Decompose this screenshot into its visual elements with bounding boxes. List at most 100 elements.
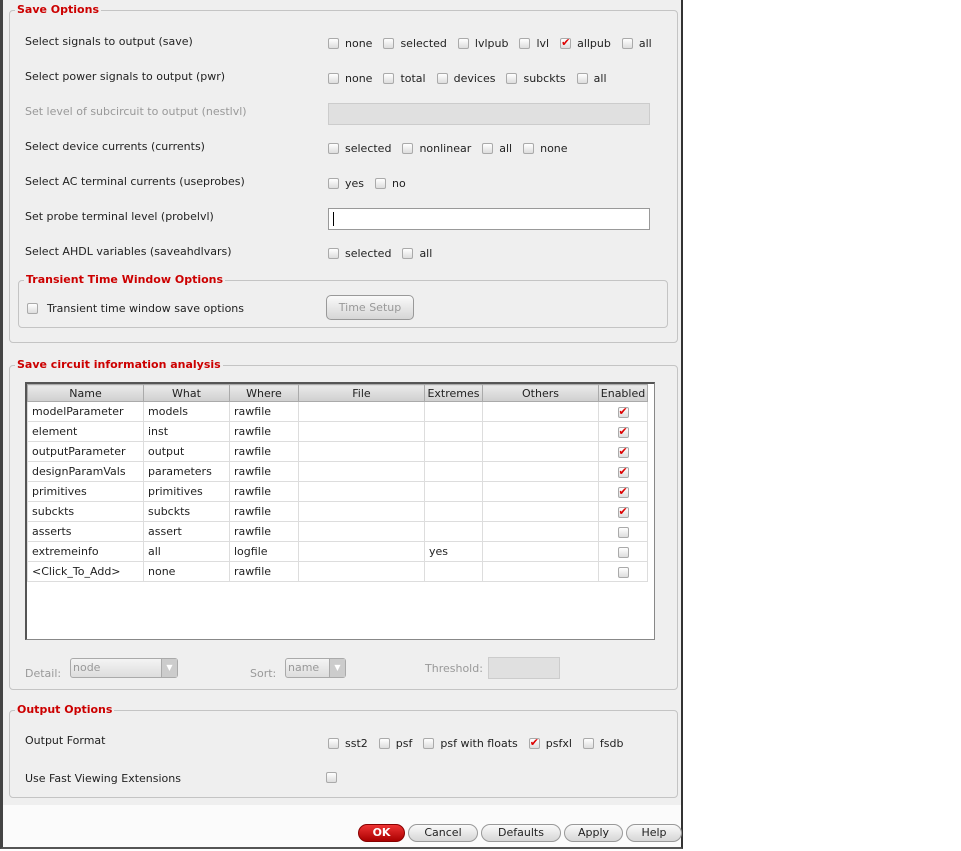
option-lvlpub[interactable]: lvlpub: [457, 37, 508, 50]
table-row[interactable]: primitives primitives rawfile: [27, 481, 648, 502]
table-cell[interactable]: rawfile: [229, 441, 299, 462]
table-cell[interactable]: rawfile: [229, 501, 299, 522]
table-cell[interactable]: primitives: [27, 481, 144, 502]
option-all[interactable]: all: [402, 247, 432, 260]
table-cell[interactable]: [424, 501, 483, 522]
table-cell[interactable]: [482, 541, 599, 562]
enabled-cell[interactable]: [598, 461, 648, 482]
format-psf[interactable]: psf: [378, 737, 412, 750]
checkbox[interactable]: [576, 73, 588, 84]
defaults-button[interactable]: Defaults: [481, 824, 561, 842]
option-devices[interactable]: devices: [436, 72, 495, 85]
fast-viewing-checkbox[interactable]: [326, 772, 337, 783]
option-all[interactable]: all: [482, 142, 512, 155]
enabled-cell[interactable]: [598, 441, 648, 462]
option-all[interactable]: all: [576, 72, 607, 85]
enabled-checkbox[interactable]: [617, 485, 629, 498]
checkbox[interactable]: [436, 73, 448, 84]
enabled-cell[interactable]: [598, 541, 648, 562]
option-none[interactable]: none: [328, 72, 372, 85]
column-header[interactable]: What: [143, 384, 230, 402]
table-cell[interactable]: subckts: [143, 501, 230, 522]
option-yes[interactable]: yes: [328, 177, 364, 190]
checkbox[interactable]: [402, 143, 414, 154]
cancel-button[interactable]: Cancel: [408, 824, 478, 842]
checkbox[interactable]: [328, 73, 339, 84]
table-cell[interactable]: [298, 561, 425, 582]
checkbox[interactable]: [523, 143, 535, 154]
checkbox[interactable]: [423, 738, 435, 749]
checkbox[interactable]: [621, 38, 633, 49]
table-cell[interactable]: [424, 481, 483, 502]
time-setup-button[interactable]: Time Setup: [326, 295, 414, 320]
table-cell[interactable]: [424, 441, 483, 462]
option-lvl[interactable]: lvl: [519, 37, 549, 50]
enabled-checkbox[interactable]: [617, 445, 629, 458]
column-header[interactable]: Others: [482, 384, 599, 402]
enabled-cell[interactable]: [598, 521, 648, 542]
enabled-checkbox[interactable]: [617, 546, 629, 558]
table-row[interactable]: extremeinfo all logfile yes: [27, 541, 648, 562]
transient-checkbox[interactable]: Transient time window save options: [27, 302, 244, 315]
checkbox[interactable]: [482, 143, 494, 154]
ok-button[interactable]: OK: [358, 824, 405, 842]
table-cell[interactable]: [482, 561, 599, 582]
table-cell[interactable]: primitives: [143, 481, 230, 502]
format-sst2[interactable]: sst2: [328, 737, 368, 750]
table-cell[interactable]: [424, 421, 483, 442]
table-cell[interactable]: [298, 441, 425, 462]
option-all[interactable]: all: [621, 37, 652, 50]
table-cell[interactable]: rawfile: [229, 401, 299, 422]
table-cell[interactable]: rawfile: [229, 421, 299, 442]
option-selected[interactable]: selected: [383, 37, 447, 50]
help-button[interactable]: Help: [626, 824, 682, 842]
table-row[interactable]: modelParameter models rawfile: [27, 401, 648, 422]
table-cell[interactable]: rawfile: [229, 481, 299, 502]
table-cell[interactable]: extremeinfo: [27, 541, 144, 562]
table-cell[interactable]: [424, 561, 483, 582]
table-cell[interactable]: yes: [424, 541, 483, 562]
checkbox[interactable]: [383, 38, 395, 49]
checkbox[interactable]: [519, 38, 531, 49]
table-cell[interactable]: rawfile: [229, 461, 299, 482]
checkbox[interactable]: [560, 36, 572, 49]
enabled-checkbox[interactable]: [617, 566, 629, 578]
table-cell[interactable]: [482, 421, 599, 442]
format-psf-with-floats[interactable]: psf with floats: [423, 737, 518, 750]
option-total[interactable]: total: [383, 72, 426, 85]
table-cell[interactable]: [482, 521, 599, 542]
table-cell[interactable]: [298, 521, 425, 542]
column-header[interactable]: Where: [229, 384, 299, 402]
table-cell[interactable]: inst: [143, 421, 230, 442]
table-cell[interactable]: asserts: [27, 521, 144, 542]
column-header[interactable]: File: [298, 384, 425, 402]
checkbox[interactable]: [457, 38, 469, 49]
checkbox[interactable]: [383, 73, 395, 84]
table-cell[interactable]: [424, 521, 483, 542]
enabled-cell[interactable]: [598, 561, 648, 582]
table-cell[interactable]: [298, 501, 425, 522]
detail-dropdown[interactable]: node ▼: [70, 658, 178, 678]
checkbox[interactable]: [528, 736, 540, 749]
table-cell[interactable]: [482, 481, 599, 502]
checkbox[interactable]: [506, 73, 518, 84]
table-cell[interactable]: assert: [143, 521, 230, 542]
enabled-checkbox[interactable]: [617, 425, 629, 438]
table-cell[interactable]: all: [143, 541, 230, 562]
table-row[interactable]: asserts assert rawfile: [27, 521, 648, 542]
enabled-checkbox[interactable]: [617, 526, 629, 538]
checkbox[interactable]: [328, 248, 339, 259]
enabled-cell[interactable]: [598, 481, 648, 502]
table-cell[interactable]: [482, 401, 599, 422]
table-row[interactable]: subckts subckts rawfile: [27, 501, 648, 522]
table-cell[interactable]: logfile: [229, 541, 299, 562]
checkbox[interactable]: [402, 248, 414, 259]
table-cell[interactable]: output: [143, 441, 230, 462]
apply-button[interactable]: Apply: [564, 824, 623, 842]
table-cell[interactable]: parameters: [143, 461, 230, 482]
option-allpub[interactable]: allpub: [560, 36, 611, 50]
checkbox[interactable]: [328, 143, 339, 154]
table-cell[interactable]: designParamVals: [27, 461, 144, 482]
enabled-cell[interactable]: [598, 401, 648, 422]
option-selected[interactable]: selected: [328, 247, 391, 260]
